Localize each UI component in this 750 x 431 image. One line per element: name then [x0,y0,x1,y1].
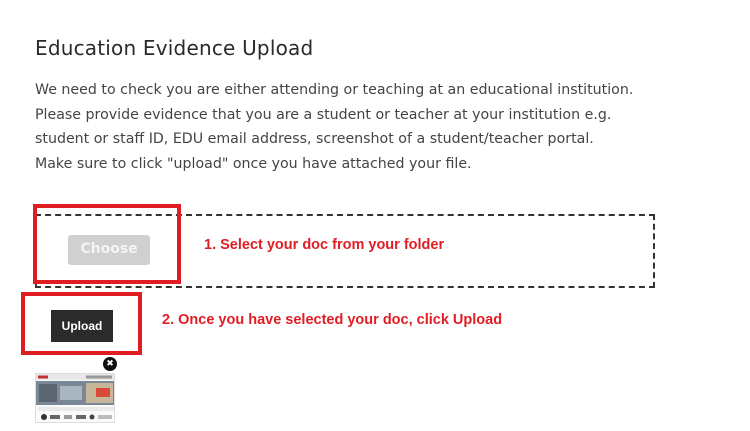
annotation-highlight-choose [33,204,181,284]
upload-instructions: We need to check you are either attendin… [35,82,634,172]
annotation-step-1: 1. Select your doc from your folder [204,237,445,253]
uploaded-file-thumbnail [35,373,115,423]
remove-file-button[interactable]: ✖ [103,357,117,371]
page-title: Education Evidence Upload [35,36,314,60]
document-preview-icon [36,374,114,420]
annotation-step-2: 2. Once you have selected your doc, clic… [162,312,503,328]
close-icon: ✖ [106,359,114,369]
annotation-highlight-upload [21,292,142,355]
